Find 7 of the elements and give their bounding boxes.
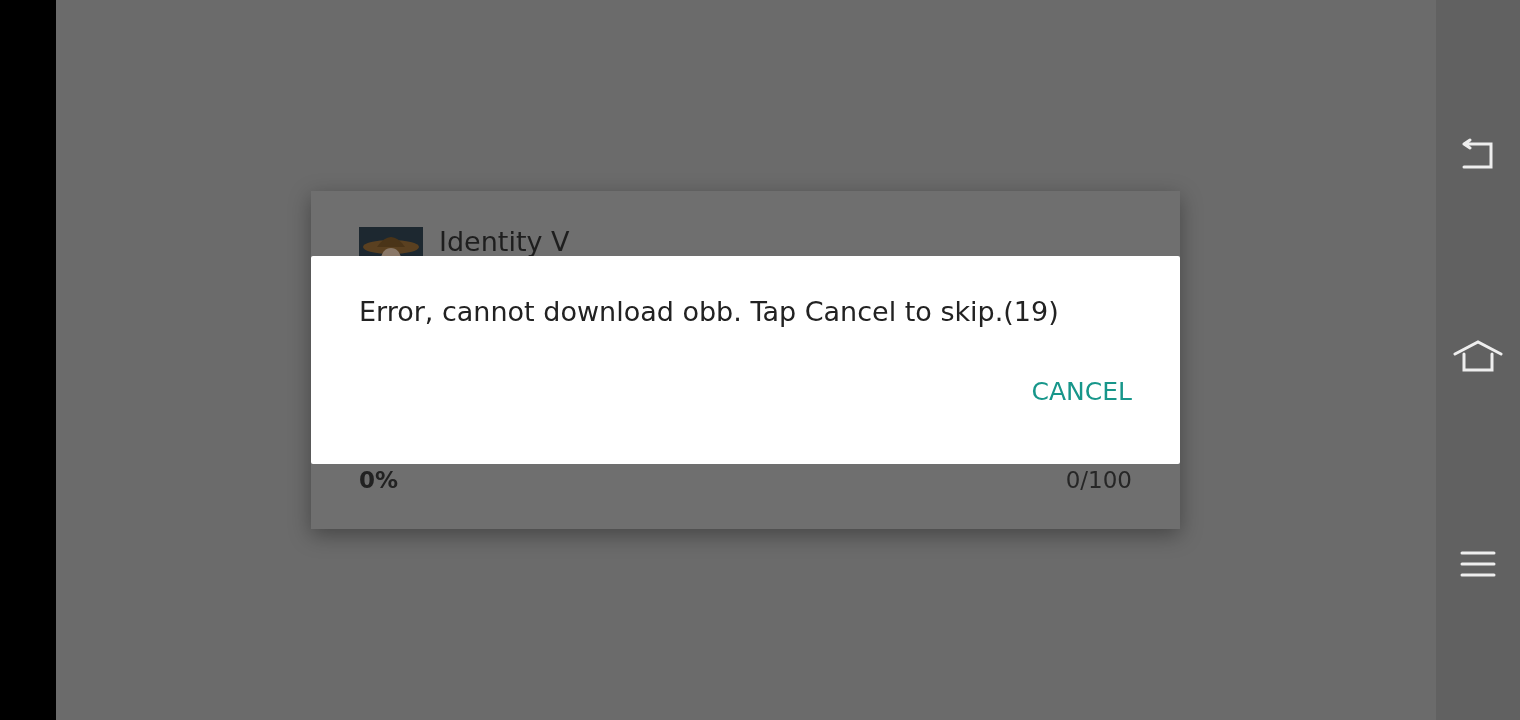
progress-count: 0/100 [1065, 467, 1132, 493]
dialog-message: Error, cannot download obb. Tap Cancel to skip.(19) [359, 296, 1060, 327]
menu-icon[interactable] [1460, 550, 1496, 578]
home-icon[interactable] [1453, 340, 1503, 374]
progress-percent: 0% [359, 467, 399, 493]
app-title: Identity V [439, 228, 570, 255]
cancel-button[interactable]: CANCEL [1023, 369, 1140, 414]
